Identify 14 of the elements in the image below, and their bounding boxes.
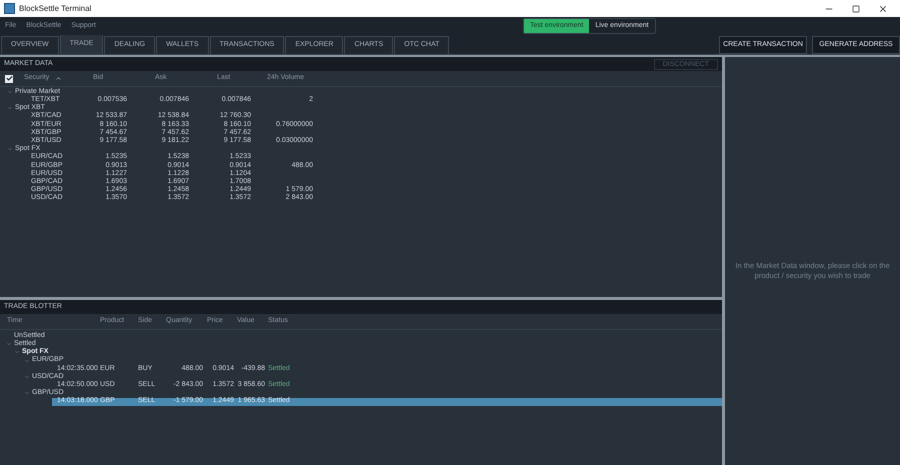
maximize-icon[interactable] (852, 4, 860, 12)
sort-icon[interactable] (55, 75, 62, 82)
caret-icon[interactable] (24, 358, 30, 364)
caret-icon[interactable] (14, 349, 20, 356)
caret-icon[interactable] (7, 105, 13, 112)
caret-icon[interactable] (7, 146, 13, 152)
checkbox[interactable] (5, 74, 13, 82)
app-logo-icon (4, 3, 15, 14)
caret-icon[interactable] (24, 390, 30, 396)
caret-icon[interactable] (7, 89, 13, 96)
caret-icon[interactable] (24, 374, 30, 380)
window-title: BlockSettle Terminal (19, 2, 92, 14)
close-icon[interactable] (878, 4, 888, 14)
caret-icon[interactable] (6, 341, 12, 348)
